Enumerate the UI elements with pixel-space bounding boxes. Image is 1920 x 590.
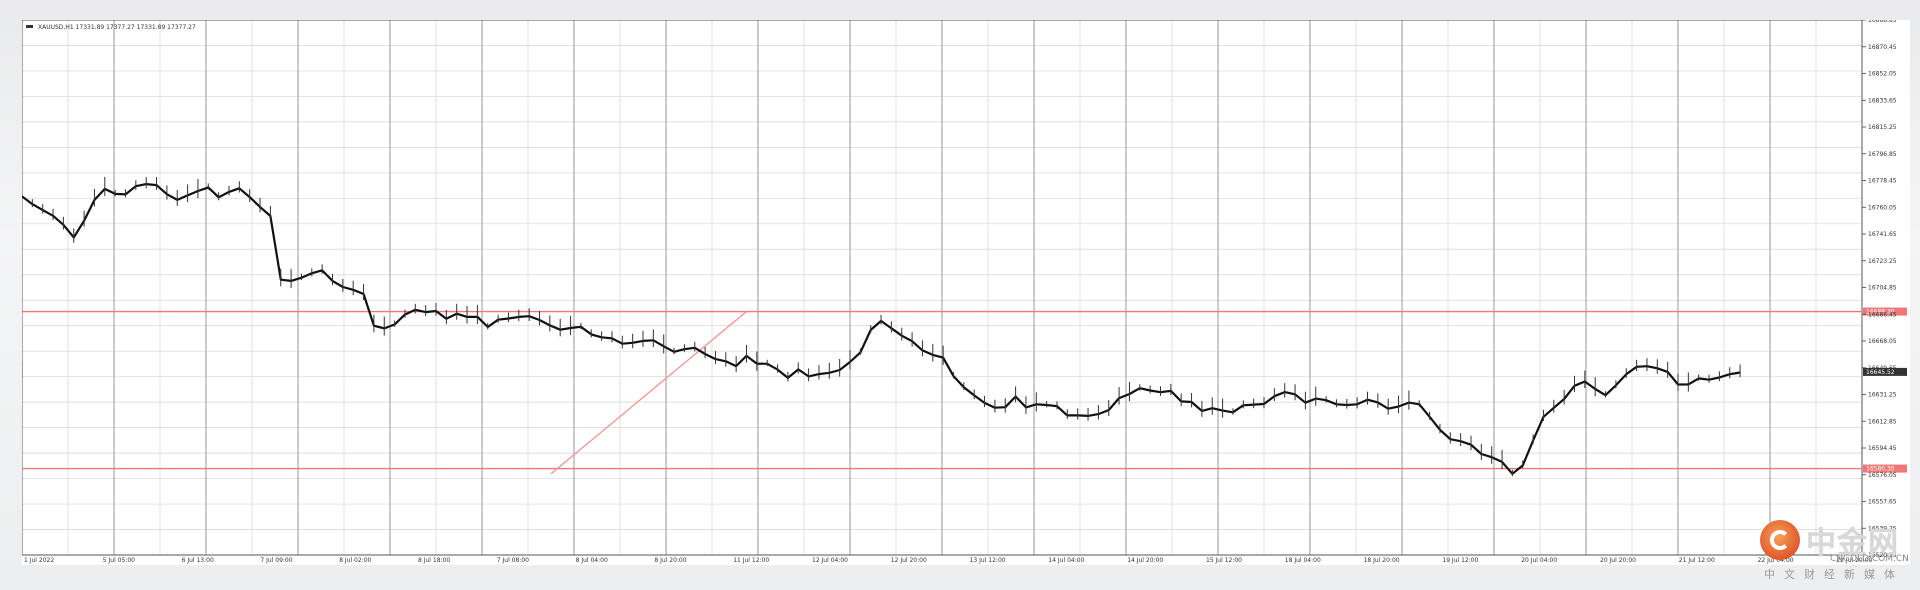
x-tick-label: 15 Jul 12:00 xyxy=(1206,557,1242,564)
logo-icon xyxy=(1760,520,1800,560)
y-tick-label: 16686.45 xyxy=(1868,311,1897,318)
chart-background xyxy=(22,20,1910,565)
y-tick-label: 16833.65 xyxy=(1868,97,1897,104)
x-tick-label: 1 Jul 2022 xyxy=(24,557,54,564)
chart-title: XAUUSD,H1 17331.89 17377.27 17331.89 173… xyxy=(38,24,196,31)
watermark-domain: CNGOLD.COM.CN xyxy=(1830,554,1909,564)
watermark: 中金网 CNGOLD.COM.CN 中文财经新媒体 xyxy=(1760,518,1910,581)
x-tick-label: 20 Jul 20:00 xyxy=(1600,557,1636,564)
y-tick-label: 16815.25 xyxy=(1868,124,1897,131)
y-tick-label: 16796.85 xyxy=(1868,151,1897,158)
x-tick-label: 6 Jul 13:00 xyxy=(182,557,214,564)
y-tick-label: 16870.45 xyxy=(1868,44,1897,51)
x-tick-label: 19 Jul 12:00 xyxy=(1442,557,1478,564)
y-tick-label: 16760.05 xyxy=(1868,204,1897,211)
y-tick-label: 16557.65 xyxy=(1868,499,1897,506)
y-tick-label: 16612.85 xyxy=(1868,418,1897,425)
x-tick-label: 8 Jul 20:00 xyxy=(654,557,686,564)
watermark-slogan: 中文财经新媒体 xyxy=(1764,568,1904,581)
x-tick-label: 7 Jul 08:00 xyxy=(497,557,529,564)
y-tick-label: 16704.85 xyxy=(1868,285,1897,292)
x-tick-label: 11 Jul 12:00 xyxy=(733,557,769,564)
x-tick-label: 12 Jul 04:00 xyxy=(812,557,848,564)
x-tick-label: 14 Jul 20:00 xyxy=(1127,557,1163,564)
y-tick-label: 16723.25 xyxy=(1868,258,1897,265)
y-tick-label: 16888.85 xyxy=(1868,20,1897,24)
x-tick-label: 12 Jul 20:00 xyxy=(891,557,927,564)
x-tick-label: 21 Jul 12:00 xyxy=(1679,557,1715,564)
y-tick-label: 16576.05 xyxy=(1868,472,1897,479)
price-chart[interactable]: 16688.3016580.30 16645.52 16888.8516870.… xyxy=(22,20,1910,565)
grid xyxy=(22,20,1863,556)
x-tick-label: 13 Jul 12:00 xyxy=(970,557,1006,564)
x-tick-label: 18 Jul 04:00 xyxy=(1285,557,1321,564)
y-tick-label: 16852.05 xyxy=(1868,71,1897,78)
y-tick-label: 16649.65 xyxy=(1868,365,1897,372)
chart-frame: 16688.30 16580.30 16645.52 16888.85 16870.… xyxy=(22,20,1910,565)
y-tick-label: 16594.45 xyxy=(1868,445,1897,452)
y-tick-label: 16668.05 xyxy=(1868,338,1897,345)
x-tick-label: 20 Jul 04:00 xyxy=(1521,557,1557,564)
x-tick-label: 18 Jul 20:00 xyxy=(1364,557,1400,564)
x-tick-label: 8 Jul 18:00 xyxy=(418,557,450,564)
y-tick-label: 16778.45 xyxy=(1868,178,1897,185)
y-tick-label: 16741.65 xyxy=(1868,231,1897,238)
price-axis: 16888.85 16870.45 16852.05 16833.65 16815.25… xyxy=(1862,20,1897,559)
x-tick-label: 14 Jul 04:00 xyxy=(1048,557,1084,564)
y-tick-label: 16631.25 xyxy=(1868,392,1897,399)
symbol-icon xyxy=(26,25,33,28)
x-tick-label: 8 Jul 02:00 xyxy=(339,557,371,564)
x-tick-label: 7 Jul 09:00 xyxy=(260,557,292,564)
x-tick-label: 8 Jul 04:00 xyxy=(576,557,608,564)
x-tick-label: 5 Jul 05:00 xyxy=(103,557,135,564)
